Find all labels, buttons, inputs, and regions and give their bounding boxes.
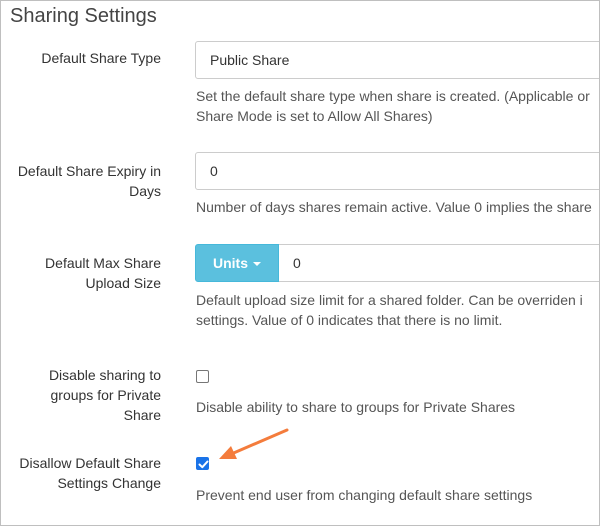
share-type-select[interactable]: Public Share (195, 41, 599, 79)
expiry-label: Default Share Expiry in Days (17, 163, 161, 199)
share-type-help: Set the default share type when share is… (196, 88, 590, 124)
max-upload-help: Default upload size limit for a shared f… (196, 292, 583, 328)
disable-groups-label: Disable sharing to groups for Private Sh… (48, 367, 161, 423)
share-type-label: Default Share Type (41, 50, 161, 66)
expiry-days-input[interactable]: 0 (195, 152, 599, 190)
disallow-change-checkbox[interactable] (196, 457, 209, 470)
disallow-change-help: Prevent end user from changing default s… (196, 487, 533, 503)
disable-groups-checkbox[interactable] (196, 370, 209, 383)
checkmark-icon (198, 460, 209, 469)
caret-down-icon (253, 262, 261, 266)
expiry-help: Number of days shares remain active. Val… (196, 199, 592, 215)
max-upload-size-input[interactable]: 0 (279, 244, 599, 282)
disable-groups-help: Disable ability to share to groups for P… (196, 399, 516, 415)
units-label: Units (213, 255, 248, 271)
max-upload-label: Default Max Share Upload Size (45, 255, 161, 291)
disallow-change-label: Disallow Default Share Settings Change (19, 455, 161, 491)
annotation-arrow-icon (219, 428, 289, 459)
units-dropdown-button[interactable]: Units (195, 244, 279, 282)
sharing-settings-panel: Sharing Settings Default Share Type Publ… (0, 0, 600, 526)
section-title: Sharing Settings (10, 5, 157, 27)
